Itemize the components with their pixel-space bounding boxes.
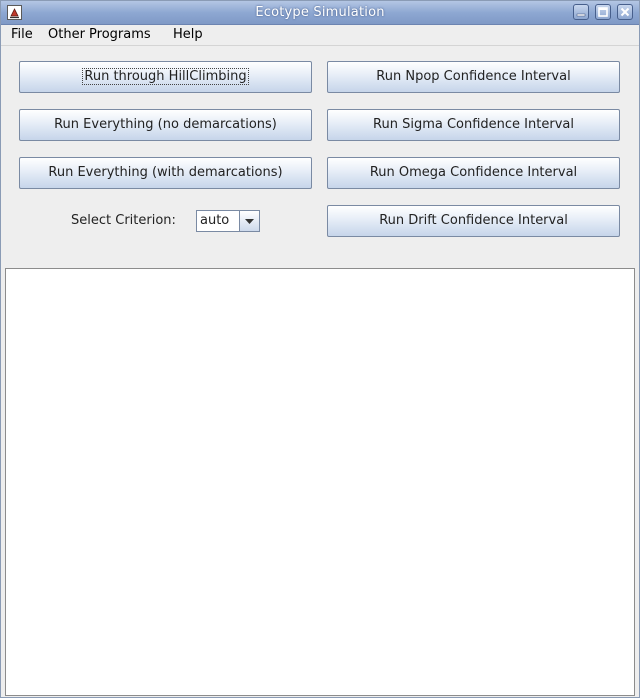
menu-other-programs[interactable]: Other Programs (48, 27, 151, 42)
run-npop-ci-button[interactable]: Run Npop Confidence Interval (327, 61, 620, 93)
maximize-icon[interactable] (595, 4, 611, 20)
run-hillclimbing-label: Run through HillClimbing (82, 68, 249, 85)
run-hillclimbing-button[interactable]: Run through HillClimbing (19, 61, 312, 93)
output-text-area[interactable] (5, 268, 635, 696)
run-everything-no-demarcations-button[interactable]: Run Everything (no demarcations) (19, 109, 312, 141)
minimize-icon[interactable] (573, 4, 589, 20)
run-drift-ci-button[interactable]: Run Drift Confidence Interval (327, 205, 620, 237)
window-title: Ecotype Simulation (255, 5, 385, 20)
chevron-down-icon[interactable] (239, 211, 259, 231)
main-window: Ecotype Simulation File Other Programs H… (0, 0, 640, 698)
run-everything-with-demarcations-button[interactable]: Run Everything (with demarcations) (19, 157, 312, 189)
select-criterion-label: Select Criterion: (71, 213, 176, 228)
close-icon[interactable] (617, 4, 633, 20)
menu-help[interactable]: Help (173, 27, 203, 42)
menu-file[interactable]: File (11, 27, 33, 42)
criterion-selected-value: auto (200, 213, 230, 228)
menu-bar: File Other Programs Help (1, 25, 639, 46)
run-omega-ci-button[interactable]: Run Omega Confidence Interval (327, 157, 620, 189)
run-sigma-ci-button[interactable]: Run Sigma Confidence Interval (327, 109, 620, 141)
criterion-dropdown[interactable]: auto (196, 210, 260, 232)
title-bar[interactable]: Ecotype Simulation (1, 1, 639, 25)
